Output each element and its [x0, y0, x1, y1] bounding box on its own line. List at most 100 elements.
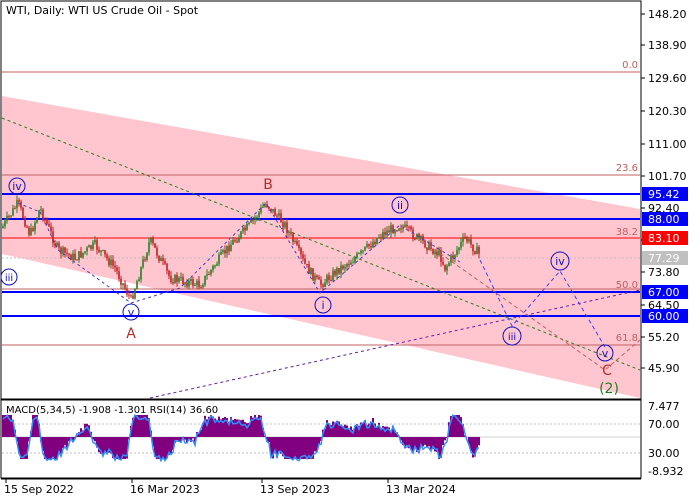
macd-bar [114, 437, 116, 459]
candle-body [282, 222, 284, 228]
candle-body [306, 263, 308, 265]
candle-body [220, 252, 222, 255]
candle-body [232, 240, 234, 245]
candle-body [328, 275, 330, 280]
macd-bar [242, 419, 244, 437]
candle-body [338, 268, 340, 274]
price-tick-label: 138.90 [648, 39, 687, 52]
candle-body [456, 250, 458, 255]
macd-bar [156, 437, 158, 459]
candle-body [70, 254, 72, 261]
candle-body [6, 215, 8, 221]
time-label: 13 Sep 2023 [260, 483, 330, 496]
macd-bar [216, 420, 218, 437]
price-tick-label: 120.30 [648, 105, 687, 118]
macd-bar [454, 415, 456, 437]
candle-body [300, 248, 302, 255]
candle-body [124, 283, 126, 289]
candle-body [118, 271, 120, 279]
candle-body [304, 258, 306, 264]
candle-body [384, 232, 386, 236]
candle-body [360, 250, 362, 254]
candle-body [56, 242, 58, 246]
candle-body [126, 288, 128, 295]
candle-body [210, 269, 212, 275]
candle-body [90, 245, 92, 249]
macd-bar [386, 426, 388, 437]
candle-body [84, 251, 86, 253]
candle-body [134, 289, 136, 299]
candle-body [246, 223, 248, 231]
candle-body [408, 226, 410, 228]
candle-body [148, 242, 150, 253]
candle-body [212, 265, 214, 270]
candle-body [434, 251, 436, 254]
candle-body [446, 265, 448, 271]
candle-body [314, 275, 316, 281]
candle-body [104, 250, 106, 255]
candle-body [344, 266, 346, 269]
macd-bar [278, 437, 280, 452]
candle-body [180, 277, 182, 279]
macd-bar [380, 429, 382, 437]
candle-body [200, 287, 202, 289]
candle-body [64, 247, 66, 253]
candle-body [114, 265, 116, 268]
chart-title: WTI, Daily: WTI US Crude Oil - Spot [6, 4, 199, 17]
macd-bar [292, 437, 294, 459]
candle-body [182, 277, 184, 284]
candle-body [308, 264, 310, 275]
price-tick-label: 73.80 [648, 266, 680, 279]
candle-body [132, 295, 134, 299]
wave-label-B: B [263, 177, 273, 193]
candle-body [202, 284, 204, 288]
candle-body [222, 250, 224, 253]
candle-body [460, 241, 462, 248]
candle-body [236, 241, 238, 243]
macd-bar [54, 437, 56, 459]
candle-body [474, 251, 476, 255]
time-label: 15 Sep 2022 [4, 483, 74, 496]
macd-bar [288, 437, 290, 459]
macd-bar [102, 437, 104, 455]
candle-body [128, 294, 130, 296]
candle-body [258, 212, 260, 218]
candle-body [274, 208, 276, 216]
candle-body [176, 275, 178, 282]
macd-bar [286, 437, 288, 459]
candle-body [74, 253, 76, 260]
candle-body [284, 222, 286, 228]
macd-bar [458, 415, 460, 437]
macd-bar [442, 437, 444, 446]
candle-body [98, 249, 100, 252]
candle-body [172, 282, 174, 284]
candle-body [66, 252, 68, 254]
candle-body [466, 237, 468, 242]
candle-body [448, 262, 450, 266]
candle-body [184, 282, 186, 284]
price-tag-83-10: 83.10 [648, 232, 680, 245]
candle-body [242, 227, 244, 232]
candle-body [280, 213, 282, 223]
candle-body [404, 224, 406, 227]
candle-body [152, 237, 154, 244]
candle-body [262, 206, 264, 208]
candle-body [370, 246, 372, 248]
candle-body [478, 246, 480, 254]
macd-bar [218, 416, 220, 437]
candle-body [272, 208, 274, 212]
candle-body [396, 230, 398, 232]
candle-body [78, 251, 80, 261]
time-label: 16 Mar 2023 [130, 483, 200, 496]
price-tick-label: 148.20 [648, 8, 687, 21]
time-axis: 15 Sep 2022 16 Mar 2023 13 Sep 2023 13 M… [1, 478, 641, 496]
macd-bar [6, 415, 8, 437]
candle-body [10, 215, 12, 217]
macd-bar [314, 437, 316, 452]
candle-body [292, 233, 294, 242]
candle-body [230, 244, 232, 252]
candle-body [354, 257, 356, 263]
candle-body [68, 253, 70, 255]
macd-bar [268, 437, 270, 443]
candle-body [174, 275, 176, 284]
